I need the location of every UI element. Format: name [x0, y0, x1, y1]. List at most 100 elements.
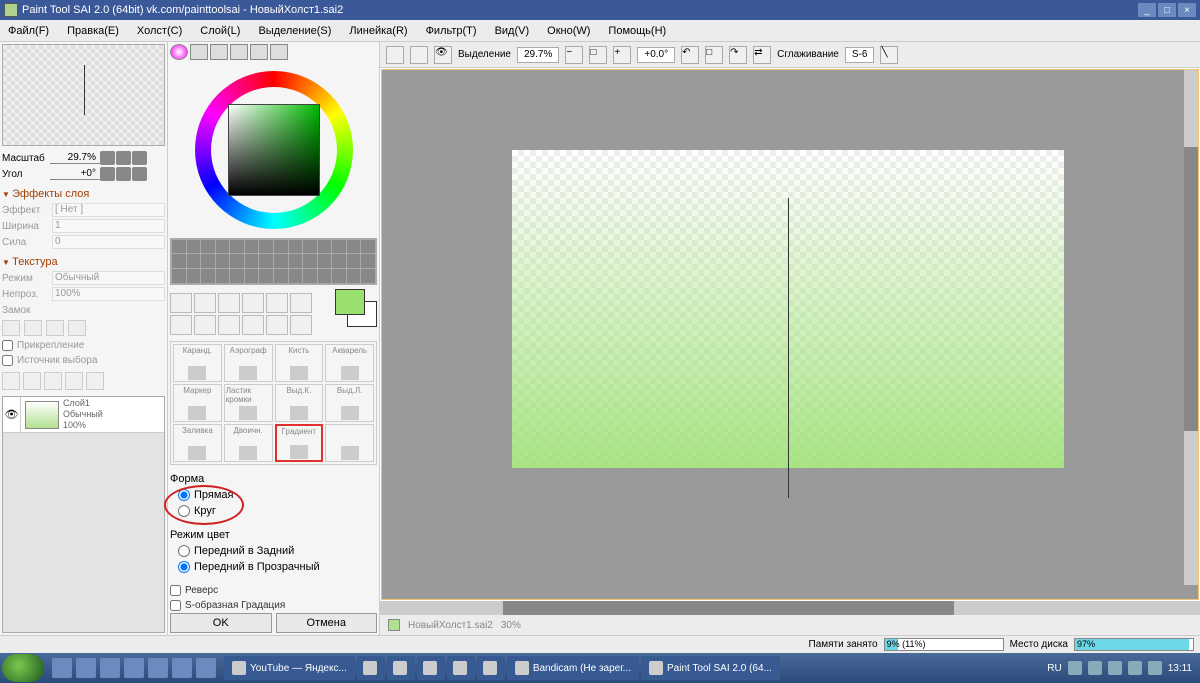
- task-youtube[interactable]: YouTube — Яндекс...: [224, 656, 355, 680]
- swatch-grid[interactable]: [170, 238, 377, 285]
- brush-airbrush[interactable]: Аэрограф: [224, 344, 273, 382]
- lock-alpha-button[interactable]: [68, 320, 86, 336]
- zoom-tool[interactable]: [266, 293, 288, 313]
- move-tool[interactable]: [242, 293, 264, 313]
- zoom-field[interactable]: 29.7%: [517, 47, 559, 63]
- cancel-button[interactable]: Отмена: [276, 613, 378, 633]
- lock-all-button[interactable]: [2, 320, 20, 336]
- layer-item[interactable]: 👁 Слой1 Обычный 100%: [3, 397, 164, 433]
- close-button[interactable]: ×: [1178, 3, 1196, 17]
- texture-header[interactable]: Текстура: [2, 256, 165, 268]
- zoom-in-button[interactable]: [132, 151, 147, 165]
- color-rgb-tab[interactable]: [190, 44, 208, 60]
- delete-layer-button[interactable]: [65, 372, 83, 390]
- quicklaunch-5[interactable]: [148, 658, 168, 678]
- task-app-1[interactable]: [357, 656, 385, 680]
- text-tool[interactable]: [290, 293, 312, 313]
- zoom-out-button[interactable]: [100, 151, 115, 165]
- navigator-preview[interactable]: [2, 44, 165, 146]
- task-app-3[interactable]: [417, 656, 445, 680]
- fg-tr-radio[interactable]: [178, 561, 190, 573]
- start-button[interactable]: [2, 654, 44, 682]
- clock[interactable]: 13:11: [1168, 663, 1192, 674]
- opacity-input[interactable]: 100%: [52, 287, 165, 301]
- visibility-toggle[interactable]: 👁: [3, 397, 21, 432]
- brush-pencil[interactable]: Каранд.: [173, 344, 222, 382]
- brush-empty[interactable]: [325, 424, 374, 462]
- wand-tool[interactable]: [218, 293, 240, 313]
- ok-button[interactable]: OK: [170, 613, 272, 633]
- brush-selpen[interactable]: Выд.К.: [275, 384, 324, 422]
- menu-edit[interactable]: Правка(E): [67, 25, 119, 37]
- color-scratch-tab[interactable]: [270, 44, 288, 60]
- doc-name[interactable]: НовыйХолст1.sai2: [408, 620, 493, 631]
- language-indicator[interactable]: RU: [1047, 663, 1061, 674]
- task-sai[interactable]: Paint Tool SAI 2.0 (64...: [641, 656, 780, 680]
- brush-tool[interactable]: [266, 315, 288, 335]
- rot-cw-icon[interactable]: ↷: [729, 46, 747, 64]
- brush-binary[interactable]: Двоичн.: [224, 424, 273, 462]
- zoom-out-icon[interactable]: −: [565, 46, 583, 64]
- quicklaunch-3[interactable]: [100, 658, 120, 678]
- zoom-in-icon[interactable]: +: [613, 46, 631, 64]
- shape-circle-radio[interactable]: [178, 505, 190, 517]
- hand-tool[interactable]: [170, 315, 192, 335]
- tray-icon-5[interactable]: [1148, 661, 1162, 675]
- foreground-color[interactable]: [335, 289, 365, 315]
- quicklaunch-6[interactable]: [172, 658, 192, 678]
- brush-eraser[interactable]: Ластик кромки: [224, 384, 273, 422]
- brush-gradient[interactable]: Градиент: [275, 424, 324, 462]
- shape-line-radio[interactable]: [178, 489, 190, 501]
- crop-tool[interactable]: [242, 315, 264, 335]
- brush-marker[interactable]: Маркер: [173, 384, 222, 422]
- tray-icon-3[interactable]: [1108, 661, 1122, 675]
- color-wheel-tab[interactable]: [170, 44, 188, 60]
- canvas[interactable]: [512, 150, 1064, 468]
- clear-layer-button[interactable]: [86, 372, 104, 390]
- brush-selerase[interactable]: Выд.Л.: [325, 384, 374, 422]
- menu-window[interactable]: Окно(W): [547, 25, 590, 37]
- quicklaunch-7[interactable]: [196, 658, 216, 678]
- scale-value[interactable]: 29.7%: [50, 152, 100, 164]
- menu-ruler[interactable]: Линейка(R): [349, 25, 407, 37]
- quicklaunch-2[interactable]: [76, 658, 96, 678]
- tray-icon-1[interactable]: [1068, 661, 1082, 675]
- brush-watercolor[interactable]: Акварель: [325, 344, 374, 382]
- brush-bucket[interactable]: Заливка: [173, 424, 222, 462]
- color-hsv-tab[interactable]: [210, 44, 228, 60]
- effect-select[interactable]: [ Нет ]: [52, 203, 165, 217]
- menu-selection[interactable]: Выделение(S): [258, 25, 331, 37]
- color-swatch-tab[interactable]: [250, 44, 268, 60]
- vertical-scrollbar[interactable]: [1184, 70, 1198, 585]
- nav-back-button[interactable]: [386, 46, 404, 64]
- rotate-cw-button[interactable]: [132, 167, 147, 181]
- new-layer-button[interactable]: [2, 372, 20, 390]
- angle-field[interactable]: +0.0°: [637, 47, 675, 63]
- menu-help[interactable]: Помощь(H): [608, 25, 666, 37]
- quicklaunch-1[interactable]: [52, 658, 72, 678]
- nav-fwd-button[interactable]: [410, 46, 428, 64]
- merge-down-button[interactable]: [44, 372, 62, 390]
- pen-tool[interactable]: [290, 315, 312, 335]
- zoom-fit-icon[interactable]: □: [589, 46, 607, 64]
- effect-width-input[interactable]: 1: [52, 219, 165, 233]
- pin-checkbox[interactable]: [2, 340, 13, 351]
- layer-list[interactable]: 👁 Слой1 Обычный 100%: [2, 396, 165, 633]
- lasso-tool[interactable]: [194, 293, 216, 313]
- rot-ccw-icon[interactable]: ↶: [681, 46, 699, 64]
- lock-pixels-button[interactable]: [24, 320, 42, 336]
- rotate-reset-button[interactable]: [116, 167, 131, 181]
- visibility-icon[interactable]: 👁: [434, 46, 452, 64]
- scurve-checkbox[interactable]: [170, 600, 181, 611]
- color-square[interactable]: [228, 104, 320, 196]
- lock-position-button[interactable]: [46, 320, 64, 336]
- reverse-checkbox[interactable]: [170, 585, 181, 596]
- angle-value[interactable]: +0°: [50, 168, 100, 180]
- zoom-reset-button[interactable]: [116, 151, 131, 165]
- task-app-4[interactable]: [447, 656, 475, 680]
- tray-icon-4[interactable]: [1128, 661, 1142, 675]
- selection-source-checkbox[interactable]: [2, 355, 13, 366]
- color-mixer-tab[interactable]: [230, 44, 248, 60]
- horizontal-scrollbar[interactable]: [380, 601, 1200, 615]
- rot-reset-icon[interactable]: □: [705, 46, 723, 64]
